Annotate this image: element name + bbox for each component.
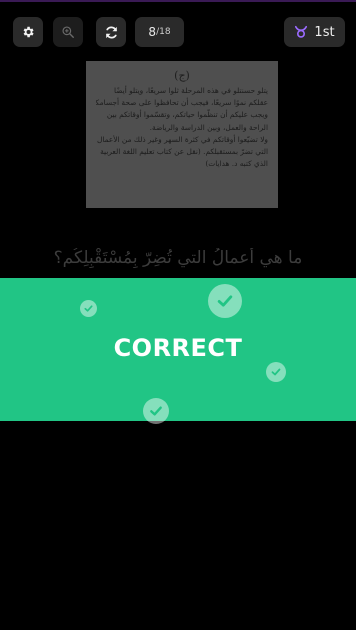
correct-label: CORRECT <box>113 334 243 362</box>
settings-button[interactable] <box>13 17 43 47</box>
counter-total: 18 <box>159 27 171 37</box>
document-line: ولا تضيّعوا أوقاتكم في كثرة السهر وغير ذ… <box>97 134 268 144</box>
document-line: عقلكم نموًا سريعًا، فيجب أن تحافظوا على … <box>96 98 268 108</box>
document-line: الراحة والعمل، وبين الدراسة والرياضة. <box>149 122 268 132</box>
question-text: ما هي أعمالُ التي تُضِرّ بِمُسْتَقْبِلِك… <box>53 248 303 268</box>
rank-badge[interactable]: 1st <box>284 17 345 47</box>
refresh-button[interactable] <box>96 17 126 47</box>
check-circle-icon <box>208 284 242 318</box>
rank-label: 1st <box>314 24 335 40</box>
top-accent-bar <box>0 0 356 2</box>
counter-current: 8 <box>148 25 157 39</box>
document-line: التي تضرّ بمستقبلكم. (نقل عن كتاب تعليم … <box>100 147 268 157</box>
question-document-image[interactable]: (ج) يتلو حسنتلو في هذه المرحلة ثلوا سريع… <box>86 61 278 208</box>
refresh-icon <box>104 25 119 40</box>
document-line: يتلو حسنتلو في هذه المرحلة ثلوا سريعًا، … <box>113 86 268 95</box>
check-circle-icon <box>80 300 97 317</box>
document-line: الذي كتبه د. هدايات) <box>205 159 268 169</box>
check-circle-icon <box>266 362 286 382</box>
document-line: ويجب عليكم أن تنظّموا حياتكم، وتقسّموا أ… <box>106 110 268 120</box>
taurus-icon <box>294 25 308 39</box>
zoom-in-icon <box>61 25 75 39</box>
check-circle-icon <box>143 398 169 424</box>
question-counter: 8/18 <box>135 17 184 47</box>
gear-icon <box>21 25 35 39</box>
document-header: (ج) <box>174 69 190 82</box>
zoom-in-button[interactable] <box>53 17 83 47</box>
